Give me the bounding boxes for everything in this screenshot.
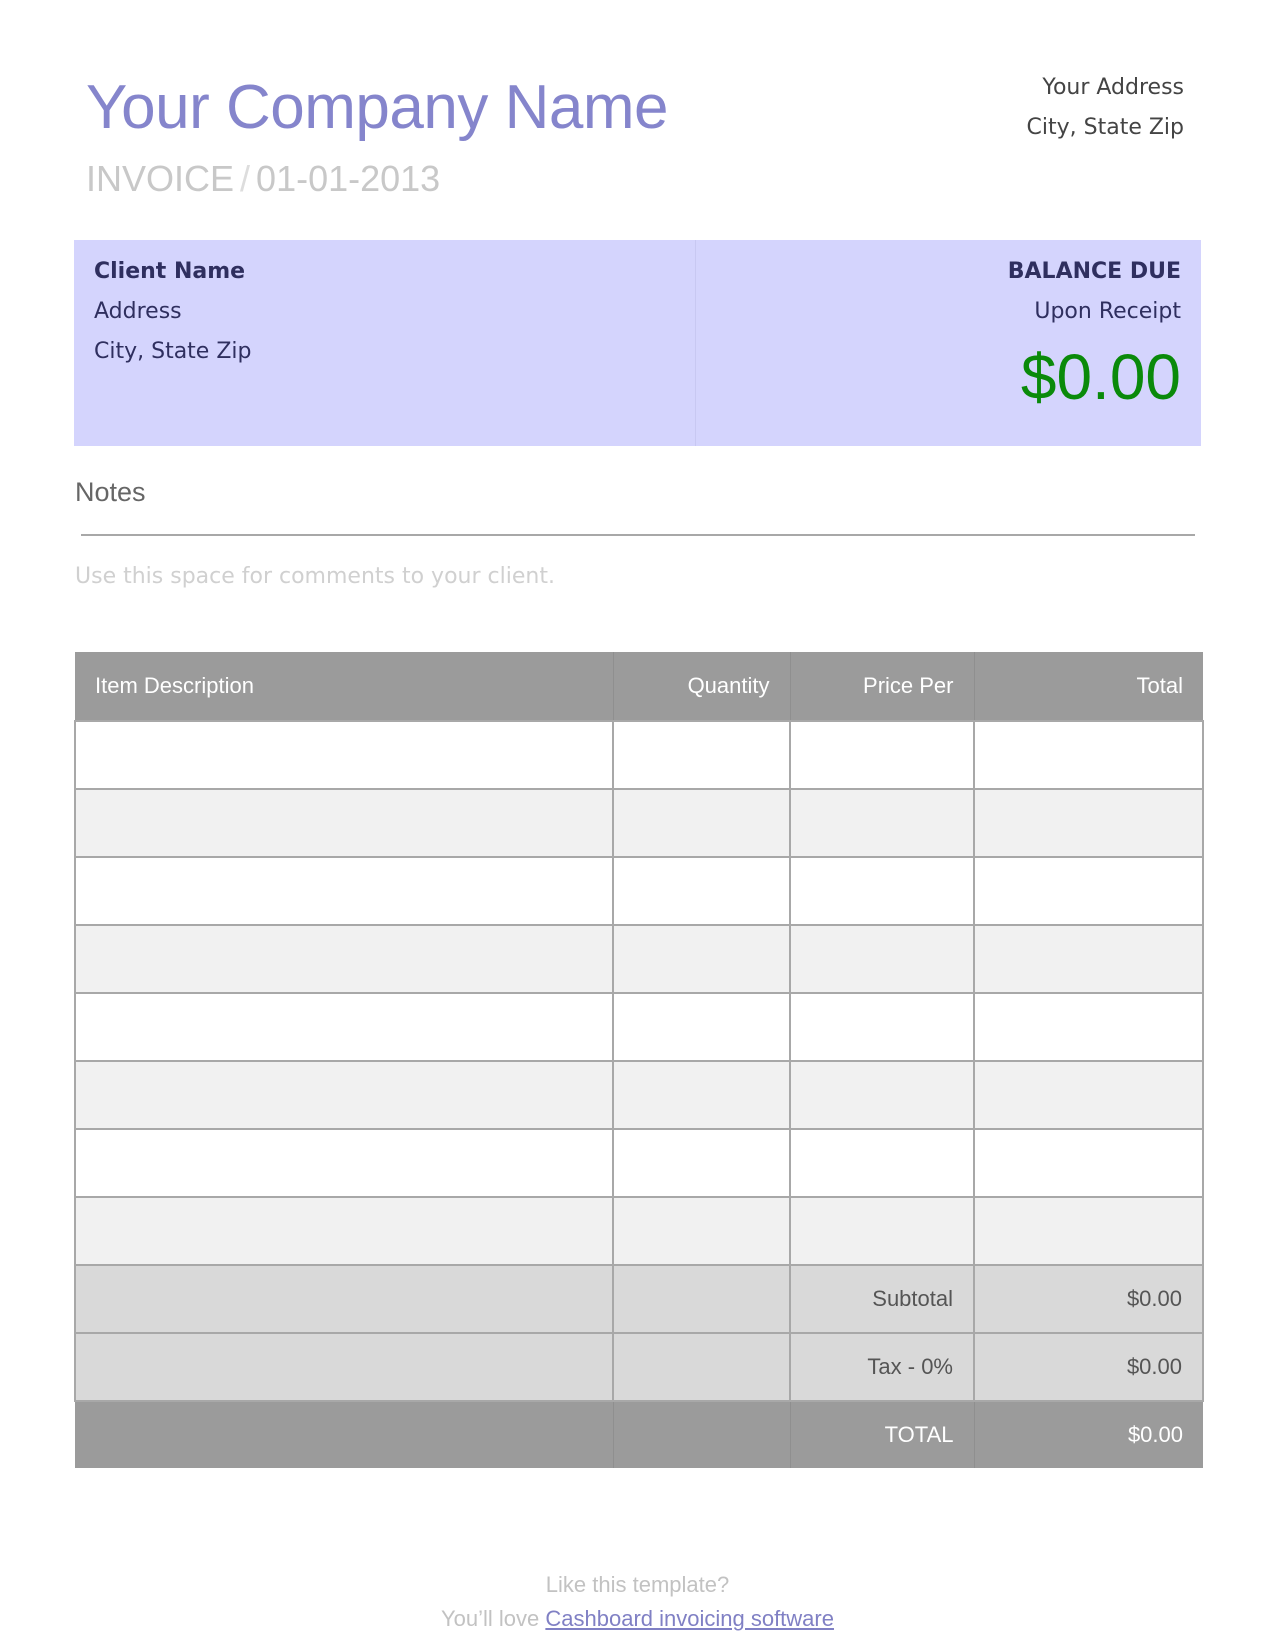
table-row xyxy=(74,856,1204,926)
header-price-per: Price Per xyxy=(790,652,975,721)
notes-title: Notes xyxy=(75,477,146,507)
invoice-separator: / xyxy=(240,158,251,199)
panel-divider xyxy=(695,240,696,446)
total-cell[interactable] xyxy=(973,924,1204,994)
tax-value: $0.00 xyxy=(973,1332,1204,1402)
quantity-cell[interactable] xyxy=(612,1196,791,1266)
table-row xyxy=(74,788,1204,858)
item-description-cell[interactable] xyxy=(74,1060,614,1130)
footer-prefix: You’ll love xyxy=(441,1606,546,1631)
subtotal-row: Subtotal $0.00 xyxy=(74,1264,1204,1334)
price-per-cell[interactable] xyxy=(789,1128,975,1198)
footer-promo: Like this template? xyxy=(545,1572,730,1597)
price-per-cell[interactable] xyxy=(789,924,975,994)
client-address: Address xyxy=(94,299,182,324)
balance-terms: Upon Receipt xyxy=(1034,299,1181,324)
item-description-cell[interactable] xyxy=(74,720,614,790)
sender-address-block: Your Address City, State Zip xyxy=(1027,68,1184,148)
price-per-cell[interactable] xyxy=(789,1060,975,1130)
quantity-cell[interactable] xyxy=(612,924,791,994)
tax-label: Tax - 0% xyxy=(789,1332,975,1402)
footer-link-line: You’ll love Cashboard invoicing software xyxy=(0,1606,1275,1632)
quantity-cell[interactable] xyxy=(612,1128,791,1198)
total-value: $0.00 xyxy=(974,1401,1203,1468)
total-blank-cell xyxy=(613,1401,791,1468)
header-quantity: Quantity xyxy=(613,652,791,721)
header-item-description: Item Description xyxy=(75,652,614,721)
quantity-cell[interactable] xyxy=(612,720,791,790)
table-row xyxy=(74,924,1204,994)
quantity-cell[interactable] xyxy=(612,856,791,926)
total-cell[interactable] xyxy=(973,788,1204,858)
tax-row: Tax - 0% $0.00 xyxy=(74,1332,1204,1402)
balance-due-label: BALANCE DUE xyxy=(1007,259,1181,284)
client-name: Client Name xyxy=(94,259,246,284)
price-per-cell[interactable] xyxy=(789,788,975,858)
tax-blank-cell xyxy=(612,1332,791,1402)
table-header-row: Item Description Quantity Price Per Tota… xyxy=(75,652,1203,721)
item-description-cell[interactable] xyxy=(74,1128,614,1198)
table-row xyxy=(74,992,1204,1062)
balance-info: BALANCE DUE Upon Receipt xyxy=(1008,252,1181,332)
price-per-cell[interactable] xyxy=(789,856,975,926)
total-cell[interactable] xyxy=(973,856,1204,926)
subtotal-blank-cell xyxy=(74,1264,614,1334)
cashboard-link[interactable]: Cashboard invoicing software xyxy=(545,1606,834,1631)
total-cell[interactable] xyxy=(973,720,1204,790)
total-cell[interactable] xyxy=(973,1128,1204,1198)
invoice-label: INVOICE xyxy=(86,158,235,199)
table-row xyxy=(74,720,1204,790)
notes-placeholder[interactable]: Use this space for comments to your clie… xyxy=(75,564,555,589)
subtotal-blank-cell xyxy=(612,1264,791,1334)
price-per-cell[interactable] xyxy=(789,1196,975,1266)
total-row: TOTAL $0.00 xyxy=(75,1401,1203,1468)
company-name: Your Company Name xyxy=(86,73,668,142)
sender-city: City, State Zip xyxy=(1026,115,1184,140)
invoice-title: INVOICE/01-01-2013 xyxy=(86,158,440,200)
total-blank-cell xyxy=(75,1401,614,1468)
item-description-cell[interactable] xyxy=(74,1196,614,1266)
invoice-date: 01-01-2013 xyxy=(256,158,441,199)
item-description-cell[interactable] xyxy=(74,788,614,858)
client-info: Client Name Address City, State Zip xyxy=(94,252,251,372)
table-row xyxy=(74,1196,1204,1266)
client-city: City, State Zip xyxy=(94,339,252,364)
sender-address: Your Address xyxy=(1042,75,1184,100)
subtotal-value: $0.00 xyxy=(973,1264,1204,1334)
quantity-cell[interactable] xyxy=(612,1060,791,1130)
quantity-cell[interactable] xyxy=(612,788,791,858)
table-row xyxy=(74,1128,1204,1198)
tax-blank-cell xyxy=(74,1332,614,1402)
table-row xyxy=(74,1060,1204,1130)
line-items-table: Item Description Quantity Price Per Tota… xyxy=(74,652,1204,1468)
total-label: TOTAL xyxy=(790,1401,975,1468)
item-description-cell[interactable] xyxy=(74,856,614,926)
header-total: Total xyxy=(974,652,1203,721)
notes-divider xyxy=(81,534,1195,536)
total-cell[interactable] xyxy=(973,1060,1204,1130)
quantity-cell[interactable] xyxy=(612,992,791,1062)
price-per-cell[interactable] xyxy=(789,992,975,1062)
item-description-cell[interactable] xyxy=(74,992,614,1062)
price-per-cell[interactable] xyxy=(789,720,975,790)
total-cell[interactable] xyxy=(973,1196,1204,1266)
subtotal-label: Subtotal xyxy=(789,1264,975,1334)
total-cell[interactable] xyxy=(973,992,1204,1062)
balance-amount: $0.00 xyxy=(1020,341,1181,413)
item-description-cell[interactable] xyxy=(74,924,614,994)
